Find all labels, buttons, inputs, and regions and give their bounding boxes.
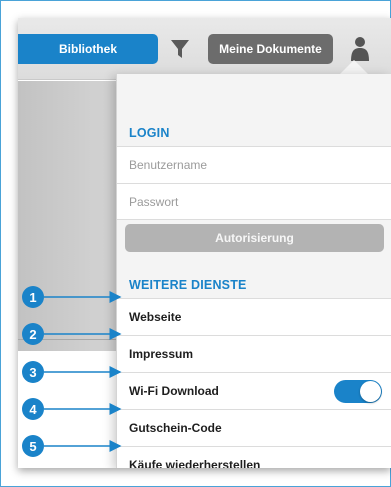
callout-badge-1: 1	[22, 286, 44, 308]
callout-badge-4: 4	[22, 398, 44, 420]
callout-badge-3: 3	[22, 361, 44, 383]
callout-arrows	[44, 291, 122, 452]
callout-badge-2: 2	[22, 323, 44, 345]
callout-badge-5: 5	[22, 435, 44, 457]
